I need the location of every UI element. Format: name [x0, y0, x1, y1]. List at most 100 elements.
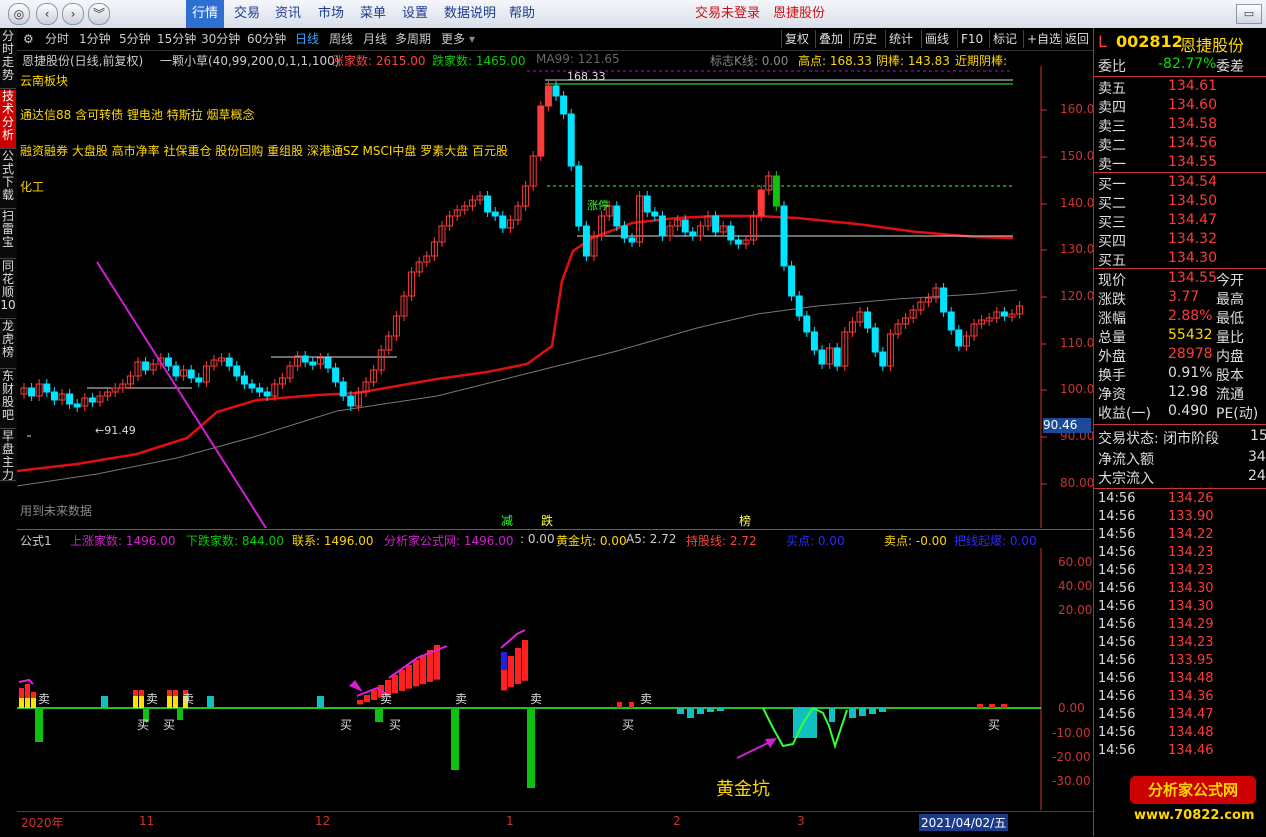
date-label: 2020年	[21, 816, 64, 830]
menu-menu[interactable]: 菜单	[354, 0, 392, 28]
sub-lianxi: 联系: 1496.00	[292, 534, 374, 548]
period-1min[interactable]: 1分钟	[79, 28, 111, 50]
ask-row: 卖三 134.58	[1098, 116, 1217, 135]
sub-y-60: 60.00	[1058, 555, 1093, 569]
sub-y-40: 40.00	[1058, 579, 1093, 593]
tab-intraday[interactable]: 分时走势	[0, 30, 16, 89]
ask-row: 卖二 134.56	[1098, 135, 1217, 154]
menu-trade[interactable]: 交易	[228, 0, 266, 28]
bid-row: 买四 134.32	[1098, 231, 1217, 250]
current-date: 2021/04/02/五	[919, 814, 1009, 831]
date-label: 2	[673, 814, 681, 828]
btn-overlay[interactable]: 叠加	[815, 30, 846, 48]
forward-icon[interactable]: ›	[62, 3, 84, 25]
period-5min[interactable]: 5分钟	[119, 28, 151, 50]
buy-signal: 买	[137, 718, 150, 732]
sub-hold-line: 持股线: 2.72	[686, 534, 757, 548]
sub-bottom-burst: 把线起爆: 0.00	[954, 534, 1037, 548]
menu-help[interactable]: 帮助	[503, 0, 541, 28]
period-monthly[interactable]: 月线	[363, 28, 387, 50]
sub-y-0: 0.00	[1058, 701, 1085, 715]
stat-row: 涨跌 3.77 最高	[1098, 289, 1244, 308]
y-label-150: 150.0	[1060, 149, 1095, 163]
tab-dragon-tiger[interactable]: 龙虎榜	[0, 320, 16, 369]
tab-morning-main[interactable]: 早盘主力	[0, 430, 16, 482]
period-intraday[interactable]: 分时	[45, 28, 69, 50]
netflow-row: 净流入额 34	[1098, 449, 1266, 468]
period-more[interactable]: 更多	[441, 28, 465, 50]
market-badge: L	[1098, 32, 1107, 51]
limit-up-label: 涨停	[587, 198, 609, 212]
weibi-row: 委比 -82.77% 委差	[1098, 56, 1244, 75]
trade-status-row: 交易状态: 闭市阶段 15:	[1098, 428, 1266, 447]
signal-reduce: 减	[501, 514, 513, 528]
stat-row: 换手 0.91% 股本	[1098, 365, 1244, 384]
period-toolbar: ⚙ 分时 1分钟 5分钟 15分钟 30分钟 60分钟 日线 周线 月线 多周期…	[17, 28, 1093, 51]
sub-up-count: 上涨家数: 1496.00	[70, 534, 176, 548]
current-stock-name: 恩捷股份	[773, 6, 826, 21]
stock-name: 恩捷股份	[1180, 36, 1245, 55]
menu-news[interactable]: 资讯	[269, 0, 307, 28]
tab-minesweeper[interactable]: 扫雷宝	[0, 210, 16, 259]
login-status[interactable]: 交易未登录	[695, 0, 760, 28]
collapse-icon[interactable]: ︾	[88, 3, 110, 25]
bid-row: 买三 134.47	[1098, 212, 1217, 231]
btn-mark[interactable]: 标记	[989, 30, 1020, 48]
price-tag: 90.46	[1043, 418, 1091, 433]
y-label-160: 160.0	[1060, 102, 1095, 116]
signal-fall: 跌	[541, 513, 553, 528]
window-menu-button[interactable]: ▭	[1236, 4, 1262, 24]
btn-adjust[interactable]: 复权	[781, 30, 812, 48]
period-weekly[interactable]: 周线	[329, 28, 353, 50]
btn-draw[interactable]: 画线	[921, 30, 952, 48]
candlestick-chart[interactable]: 168.33 ←91.49 涨停 减 跌 榜	[17, 66, 1093, 528]
app-icon[interactable]: ◎	[8, 3, 30, 25]
period-30min[interactable]: 30分钟	[201, 28, 240, 50]
high-price-label: 168.33	[567, 70, 606, 83]
tab-guba[interactable]: 东财股吧	[0, 370, 16, 429]
left-side-tabs: 分时走势 技术分析 公式下载 扫雷宝 同花顺10 龙虎榜 东财股吧 早盘主力	[0, 28, 17, 483]
buy-signal: 买	[622, 718, 635, 732]
tab-tech-analysis[interactable]: 技术分析	[0, 90, 16, 149]
tab-ths10[interactable]: 同花顺10	[0, 260, 16, 319]
menu-data-info[interactable]: 数据说明	[438, 0, 502, 28]
sub-formula-name[interactable]: 公式1	[20, 532, 52, 549]
btn-stats[interactable]: 统计	[885, 30, 916, 48]
period-daily[interactable]: 日线	[295, 28, 319, 50]
stat-row: 涨幅 2.88% 最低	[1098, 308, 1244, 327]
stat-row: 现价 134.55 今开	[1098, 270, 1244, 289]
menu-settings[interactable]: 设置	[396, 0, 434, 28]
sub-y-m20: -20.00	[1052, 750, 1091, 764]
bigflow-row: 大宗流入 24	[1098, 468, 1266, 487]
quote-panel: L 002812 恩捷股份 委比 -82.77% 委差 交易状态: 闭市阶段 1…	[1093, 28, 1266, 836]
period-15min[interactable]: 15分钟	[157, 28, 196, 50]
back-icon[interactable]: ‹	[36, 3, 58, 25]
btn-history[interactable]: 历史	[849, 30, 880, 48]
buy-signal: 买	[163, 718, 176, 732]
watermark-logo: 分析家公式网	[1130, 776, 1256, 804]
settings-icon[interactable]: ⚙	[23, 28, 34, 50]
btn-add-watch[interactable]: +自选	[1023, 30, 1064, 48]
buy-signal: 买	[340, 718, 353, 732]
ask-row: 卖五 134.61	[1098, 78, 1217, 97]
sub-sell-point: 卖点: -0.00	[884, 534, 947, 548]
bid-row: 买五 134.30	[1098, 250, 1217, 269]
btn-back[interactable]: 返回	[1061, 30, 1092, 48]
btn-f10[interactable]: F10	[957, 30, 986, 48]
y-label-110: 110.0	[1060, 336, 1095, 350]
period-60min[interactable]: 60分钟	[247, 28, 286, 50]
y-label-120: 120.0	[1060, 289, 1095, 303]
buy-signal: 买	[988, 718, 1001, 732]
bid-row: 买二 134.50	[1098, 193, 1217, 212]
y-label-100: 100.0	[1060, 382, 1095, 396]
menu-market[interactable]: 市场	[312, 0, 350, 28]
tab-formula-download[interactable]: 公式下载	[0, 150, 16, 209]
chevron-down-icon[interactable]: ▾	[469, 28, 475, 50]
sub-buy-point: 买点: 0.00	[786, 534, 845, 548]
sell-signal: 卖	[38, 692, 51, 706]
stock-code: 002812	[1116, 32, 1183, 51]
date-label: 11	[139, 814, 155, 828]
menu-quotes[interactable]: 行情	[186, 0, 225, 28]
period-multi[interactable]: 多周期	[395, 28, 431, 50]
indicator-chart[interactable]	[17, 548, 1093, 810]
